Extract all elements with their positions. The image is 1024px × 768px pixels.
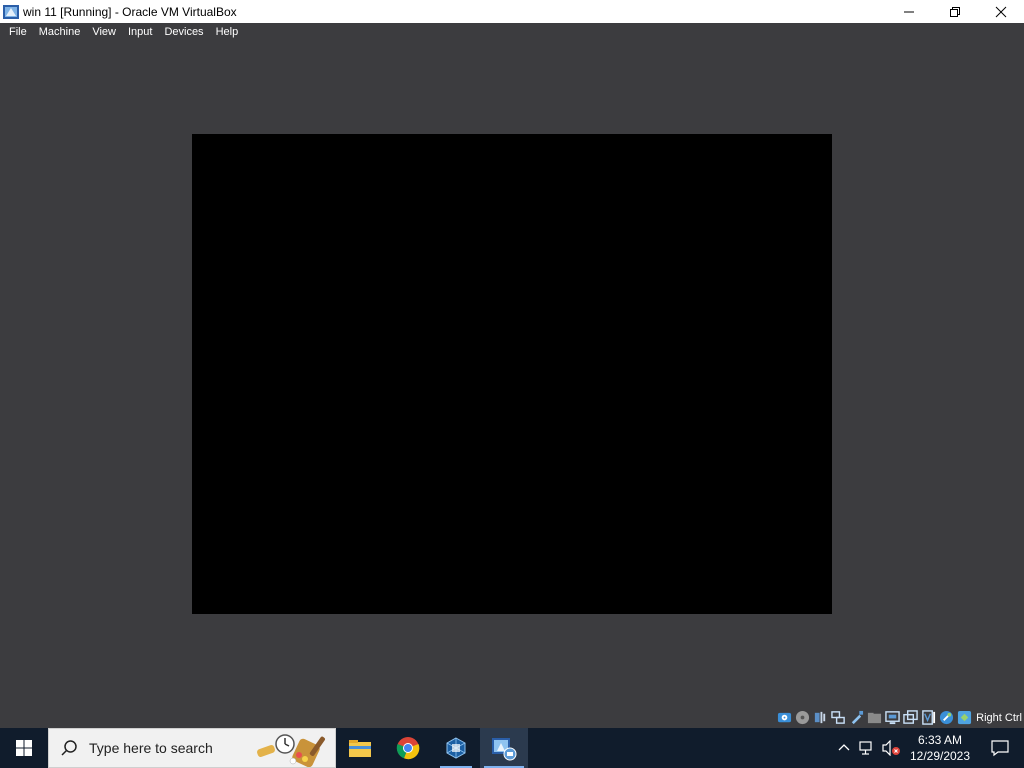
taskbar: Type here to search 6:33 AM 12/29/2023 xyxy=(0,728,1024,768)
menu-input[interactable]: Input xyxy=(122,23,158,42)
menu-view[interactable]: View xyxy=(86,23,122,42)
notification-center-button[interactable] xyxy=(976,728,1024,768)
optical-drive-icon[interactable] xyxy=(794,710,810,726)
window-titlebar[interactable]: win 11 [Running] - Oracle VM VirtualBox xyxy=(0,0,1024,23)
shared-folders-icon[interactable] xyxy=(866,710,882,726)
search-highlight-illustration-icon[interactable] xyxy=(255,731,331,767)
search-icon xyxy=(49,739,89,757)
network-icon xyxy=(859,741,872,755)
menu-bar: File Machine View Input Devices Help xyxy=(0,23,1024,42)
cpu-icon[interactable] xyxy=(920,710,936,726)
mouse-integration-icon[interactable] xyxy=(938,710,954,726)
menu-file[interactable]: File xyxy=(3,23,33,42)
menu-devices[interactable]: Devices xyxy=(158,23,209,42)
host-key-label[interactable]: Right Ctrl xyxy=(976,712,1022,724)
chrome-icon xyxy=(396,737,420,760)
network-icon[interactable] xyxy=(830,710,846,726)
restore-icon xyxy=(950,6,960,17)
close-button[interactable] xyxy=(978,0,1024,23)
volume-muted-icon xyxy=(882,740,900,756)
menu-help[interactable]: Help xyxy=(210,23,245,42)
windows-logo-icon xyxy=(16,740,32,756)
taskbar-file-explorer[interactable] xyxy=(336,728,384,768)
minimize-icon xyxy=(904,11,914,12)
tray-network[interactable] xyxy=(856,728,880,768)
keyboard-icon[interactable] xyxy=(956,710,972,726)
minimize-button[interactable] xyxy=(886,0,932,23)
search-placeholder: Type here to search xyxy=(89,740,213,756)
clock-time: 6:33 AM xyxy=(917,733,963,747)
clock-date: 12/29/2023 xyxy=(909,749,971,763)
recording-icon[interactable] xyxy=(902,710,918,726)
system-tray: 6:33 AM 12/29/2023 xyxy=(832,728,1024,768)
virtualbox-icon xyxy=(446,737,466,759)
taskbar-chrome[interactable] xyxy=(384,728,432,768)
file-explorer-icon xyxy=(349,740,371,757)
virtualbox-vm-icon xyxy=(492,738,517,761)
hard-disk-icon[interactable] xyxy=(776,710,792,726)
taskbar-search-box[interactable]: Type here to search xyxy=(48,728,336,768)
start-button[interactable] xyxy=(0,728,48,768)
taskbar-clock[interactable]: 6:33 AM 12/29/2023 xyxy=(904,728,976,768)
show-hidden-icons-button[interactable] xyxy=(832,728,856,768)
menu-machine[interactable]: Machine xyxy=(33,23,87,42)
taskbar-virtualbox-vm[interactable] xyxy=(480,728,528,768)
audio-icon[interactable] xyxy=(812,710,828,726)
taskbar-virtualbox[interactable] xyxy=(432,728,480,768)
window-controls xyxy=(886,0,1024,23)
vm-display[interactable] xyxy=(192,134,832,614)
vm-status-bar: Right Ctrl xyxy=(776,708,1022,727)
virtualbox-app-icon xyxy=(2,3,20,21)
notification-icon xyxy=(991,740,1009,757)
display-icon[interactable] xyxy=(884,710,900,726)
chevron-up-icon xyxy=(838,744,850,751)
usb-icon[interactable] xyxy=(848,710,864,726)
window-title: win 11 [Running] - Oracle VM VirtualBox xyxy=(23,4,237,19)
restore-button[interactable] xyxy=(932,0,978,23)
close-icon xyxy=(995,6,1007,17)
tray-volume[interactable] xyxy=(880,728,904,768)
